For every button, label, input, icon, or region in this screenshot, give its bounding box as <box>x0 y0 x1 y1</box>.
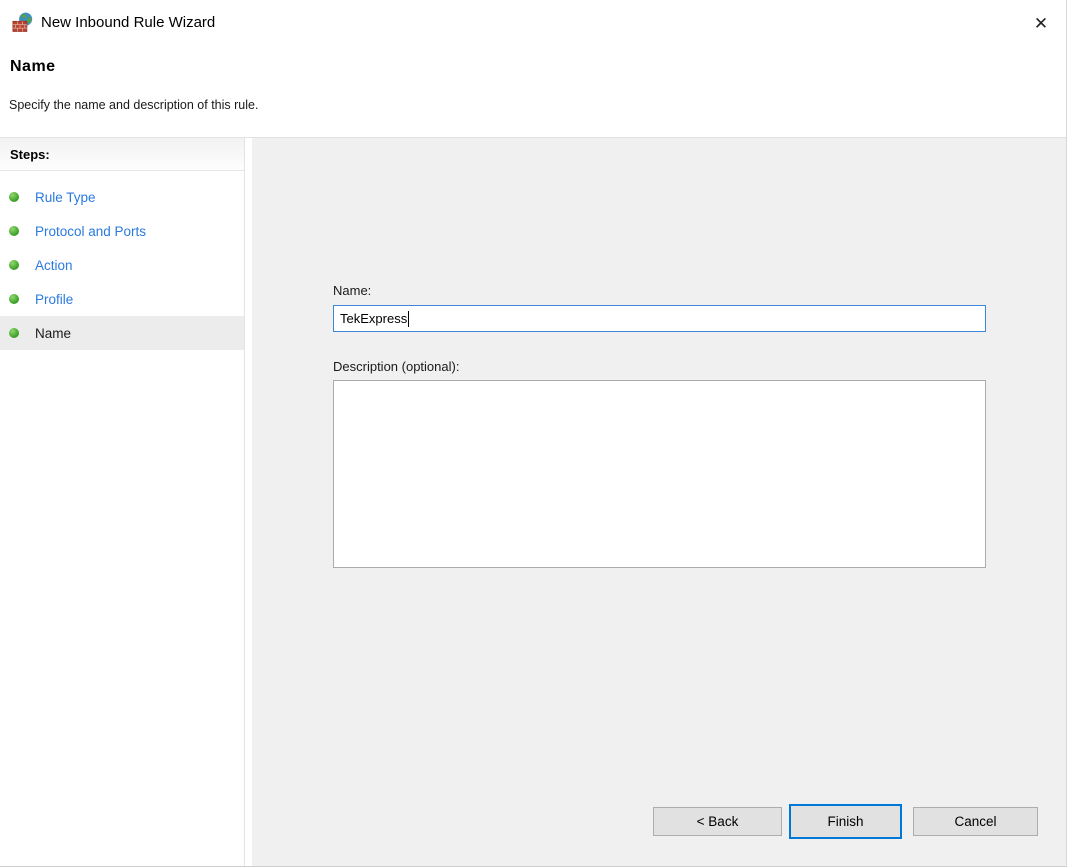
step-bullet-icon <box>9 192 19 202</box>
rule-name-input[interactable]: TekExpress <box>333 305 986 332</box>
text-caret <box>408 310 410 327</box>
step-rule-type[interactable]: Rule Type <box>0 180 244 214</box>
wizard-window: New Inbound Rule Wizard ✕ Name Specify t… <box>0 0 1067 867</box>
description-field-label: Description (optional): <box>333 359 460 374</box>
step-bullet-icon <box>9 294 19 304</box>
steps-list: Rule Type Protocol and Ports Action Prof… <box>0 171 244 350</box>
step-bullet-icon <box>9 260 19 270</box>
title-bar: New Inbound Rule Wizard ✕ <box>0 0 1066 46</box>
steps-sidebar: Steps: Rule Type Protocol and Ports Acti… <box>0 138 245 866</box>
firewall-icon <box>12 12 33 32</box>
step-bullet-icon <box>9 226 19 236</box>
step-protocol-and-ports[interactable]: Protocol and Ports <box>0 214 244 248</box>
step-profile[interactable]: Profile <box>0 282 244 316</box>
wizard-page-body: Name: TekExpress Description (optional):… <box>252 138 1066 866</box>
name-field-label: Name: <box>333 283 372 298</box>
close-icon: ✕ <box>1033 13 1049 33</box>
step-bullet-icon <box>9 328 19 338</box>
page-title: Name <box>10 58 56 75</box>
window-title: New Inbound Rule Wizard <box>41 14 216 31</box>
back-button[interactable]: < Back <box>653 807 782 836</box>
steps-header: Steps: <box>0 138 244 171</box>
finish-button[interactable]: Finish <box>789 804 902 839</box>
rule-name-value: TekExpress <box>340 311 408 326</box>
description-input[interactable] <box>333 380 986 568</box>
close-button[interactable]: ✕ <box>1027 9 1055 37</box>
cancel-button[interactable]: Cancel <box>913 807 1038 836</box>
page-subtitle: Specify the name and description of this… <box>9 98 259 112</box>
step-name[interactable]: Name <box>0 316 244 350</box>
step-action[interactable]: Action <box>0 248 244 282</box>
